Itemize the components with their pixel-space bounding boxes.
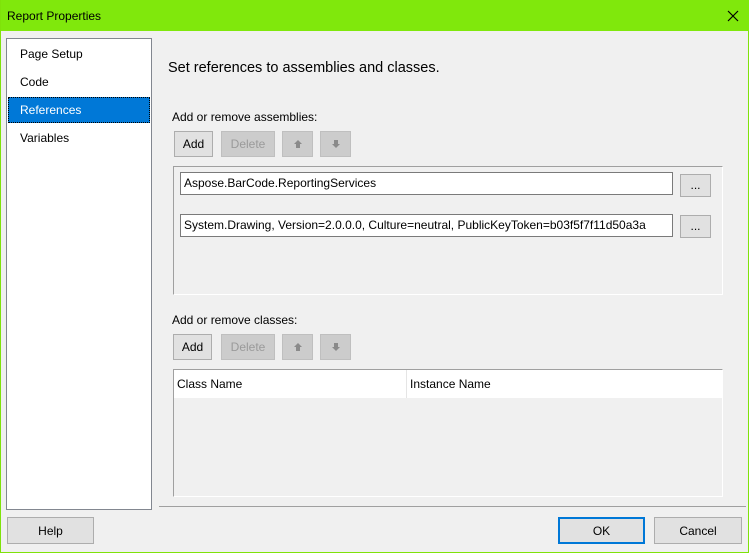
help-button[interactable]: Help xyxy=(7,517,94,544)
ok-button[interactable]: OK xyxy=(558,517,645,544)
sidebar-item-code[interactable]: Code xyxy=(8,69,150,95)
sidebar-item-references[interactable]: References xyxy=(8,97,150,123)
column-header-instance-name[interactable]: Instance Name xyxy=(407,370,722,398)
close-button[interactable] xyxy=(716,0,749,31)
assembly-browse-button[interactable]: ... xyxy=(680,174,711,197)
delete-assembly-button[interactable]: Delete xyxy=(221,131,275,157)
move-assembly-down-button[interactable] xyxy=(320,131,351,157)
add-assembly-button[interactable]: Add xyxy=(174,131,213,157)
help-label: Help xyxy=(38,523,63,538)
window-title: Report Properties xyxy=(7,9,102,23)
sidebar-item-label: Variables xyxy=(20,131,70,145)
ok-label: OK xyxy=(592,523,611,538)
assembly-input[interactable]: Aspose.BarCode.ReportingServices xyxy=(180,172,673,195)
report-properties-dialog: Report Properties Page Setup Code Refere… xyxy=(0,0,749,553)
assemblies-label: Add or remove assemblies: xyxy=(172,110,318,124)
delete-class-button[interactable]: Delete xyxy=(221,334,275,360)
classes-label: Add or remove classes: xyxy=(172,313,298,327)
move-class-up-button[interactable] xyxy=(282,334,313,360)
cancel-label: Cancel xyxy=(679,523,717,538)
table-header: Class Name Instance Name xyxy=(174,370,722,398)
arrow-up-icon xyxy=(293,140,302,148)
delete-class-label: Delete xyxy=(230,340,266,354)
delete-assembly-label: Delete xyxy=(230,137,266,151)
close-icon xyxy=(727,10,739,21)
arrow-down-icon xyxy=(331,140,340,148)
assembly-input[interactable]: System.Drawing, Version=2.0.0.0, Culture… xyxy=(180,214,673,237)
footer-divider xyxy=(159,506,746,507)
add-class-button[interactable]: Add xyxy=(173,334,212,360)
move-class-down-button[interactable] xyxy=(320,334,351,360)
title-bar: Report Properties xyxy=(1,0,749,31)
assembly-browse-button[interactable]: ... xyxy=(680,215,711,238)
classes-table[interactable]: Class Name Instance Name xyxy=(173,369,723,497)
cancel-button[interactable]: Cancel xyxy=(654,517,742,544)
sidebar-item-label: Page Setup xyxy=(20,47,83,61)
sidebar-item-variables[interactable]: Variables xyxy=(8,125,150,151)
sidebar-nav: Page Setup Code References Variables xyxy=(6,38,152,510)
add-class-label: Add xyxy=(181,340,204,354)
arrow-up-icon xyxy=(293,343,302,351)
sidebar-item-label: References xyxy=(20,103,82,117)
sidebar-item-label: Code xyxy=(20,75,49,89)
move-assembly-up-button[interactable] xyxy=(282,131,313,157)
arrow-down-icon xyxy=(331,343,340,351)
column-header-class-name[interactable]: Class Name xyxy=(174,370,407,398)
sidebar-item-page-setup[interactable]: Page Setup xyxy=(8,41,150,67)
page-heading: Set references to assemblies and classes… xyxy=(168,60,440,76)
add-assembly-label: Add xyxy=(182,137,205,151)
